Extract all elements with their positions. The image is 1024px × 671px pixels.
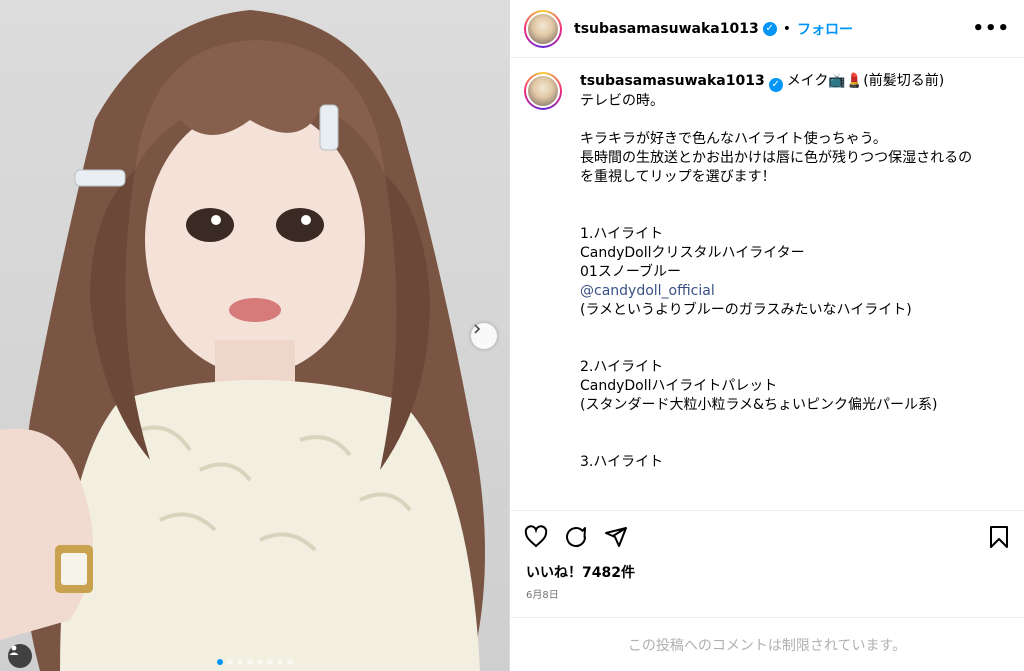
carousel-dot	[236, 659, 243, 665]
carousel-dot	[256, 659, 263, 665]
post-header: tsubasamasuwaka1013 ✓ • フォロー •••	[510, 0, 1024, 58]
carousel-dot	[266, 659, 273, 665]
caption-avatar[interactable]	[524, 72, 562, 110]
carousel-dot	[276, 659, 283, 665]
post-date[interactable]: 6月8日	[510, 582, 1024, 602]
separator: •	[782, 20, 791, 37]
caption-body: tsubasamasuwaka1013 ✓ メイク📺💄(前髪切る前) テレビの時。 …	[580, 72, 1000, 510]
verified-badge-icon: ✓	[768, 77, 783, 92]
post-sidebar: tsubasamasuwaka1013 ✓ • フォロー ••• tsubasa…	[509, 0, 1024, 671]
post-photo[interactable]	[0, 0, 509, 671]
action-bar	[510, 510, 1024, 562]
caption-section: tsubasamasuwaka1013 ✓ メイク📺💄(前髪切る前) テレビの時。 …	[510, 58, 1024, 510]
chevron-right-icon	[474, 324, 481, 334]
carousel-dot	[246, 659, 253, 665]
caption-title: メイク📺💄(前髪切る前)	[786, 73, 945, 89]
mention-link[interactable]: @candydoll_official	[580, 283, 715, 299]
verified-badge-icon: ✓	[762, 21, 777, 36]
follow-button[interactable]: フォロー	[797, 19, 853, 39]
like-heart-icon[interactable]	[524, 524, 548, 549]
carousel-dot	[216, 659, 223, 665]
likes-count[interactable]: いいね！7482件	[510, 562, 1024, 582]
comment-icon[interactable]	[564, 525, 588, 549]
avatar[interactable]	[524, 9, 562, 48]
post-modal: tsubasamasuwaka1013 ✓ • フォロー ••• tsubasa…	[0, 0, 1024, 671]
carousel-dot	[226, 659, 233, 665]
comments-restricted-notice: この投稿へのコメントは制限されています。	[510, 617, 1024, 671]
caption-username[interactable]: tsubasamasuwaka1013	[580, 73, 765, 89]
share-icon[interactable]	[604, 525, 628, 549]
save-bookmark-icon[interactable]	[988, 525, 1010, 549]
more-options-icon[interactable]: •••	[972, 18, 1010, 39]
username[interactable]: tsubasamasuwaka1013	[574, 21, 759, 37]
caption-text-2: (ラメというよりブルーのガラスみたいなハイライト) 2.ハイライト CandyD…	[580, 301, 938, 470]
portrait-illustration	[0, 10, 485, 671]
caption-text: テレビの時。 キラキラが好きで色んなハイライト使っちゃう。 長時間の生放送とかお…	[580, 92, 973, 280]
user-icon	[9, 645, 19, 655]
carousel-indicator	[0, 659, 509, 665]
carousel-dot	[286, 659, 293, 665]
next-image-button[interactable]	[471, 323, 497, 349]
